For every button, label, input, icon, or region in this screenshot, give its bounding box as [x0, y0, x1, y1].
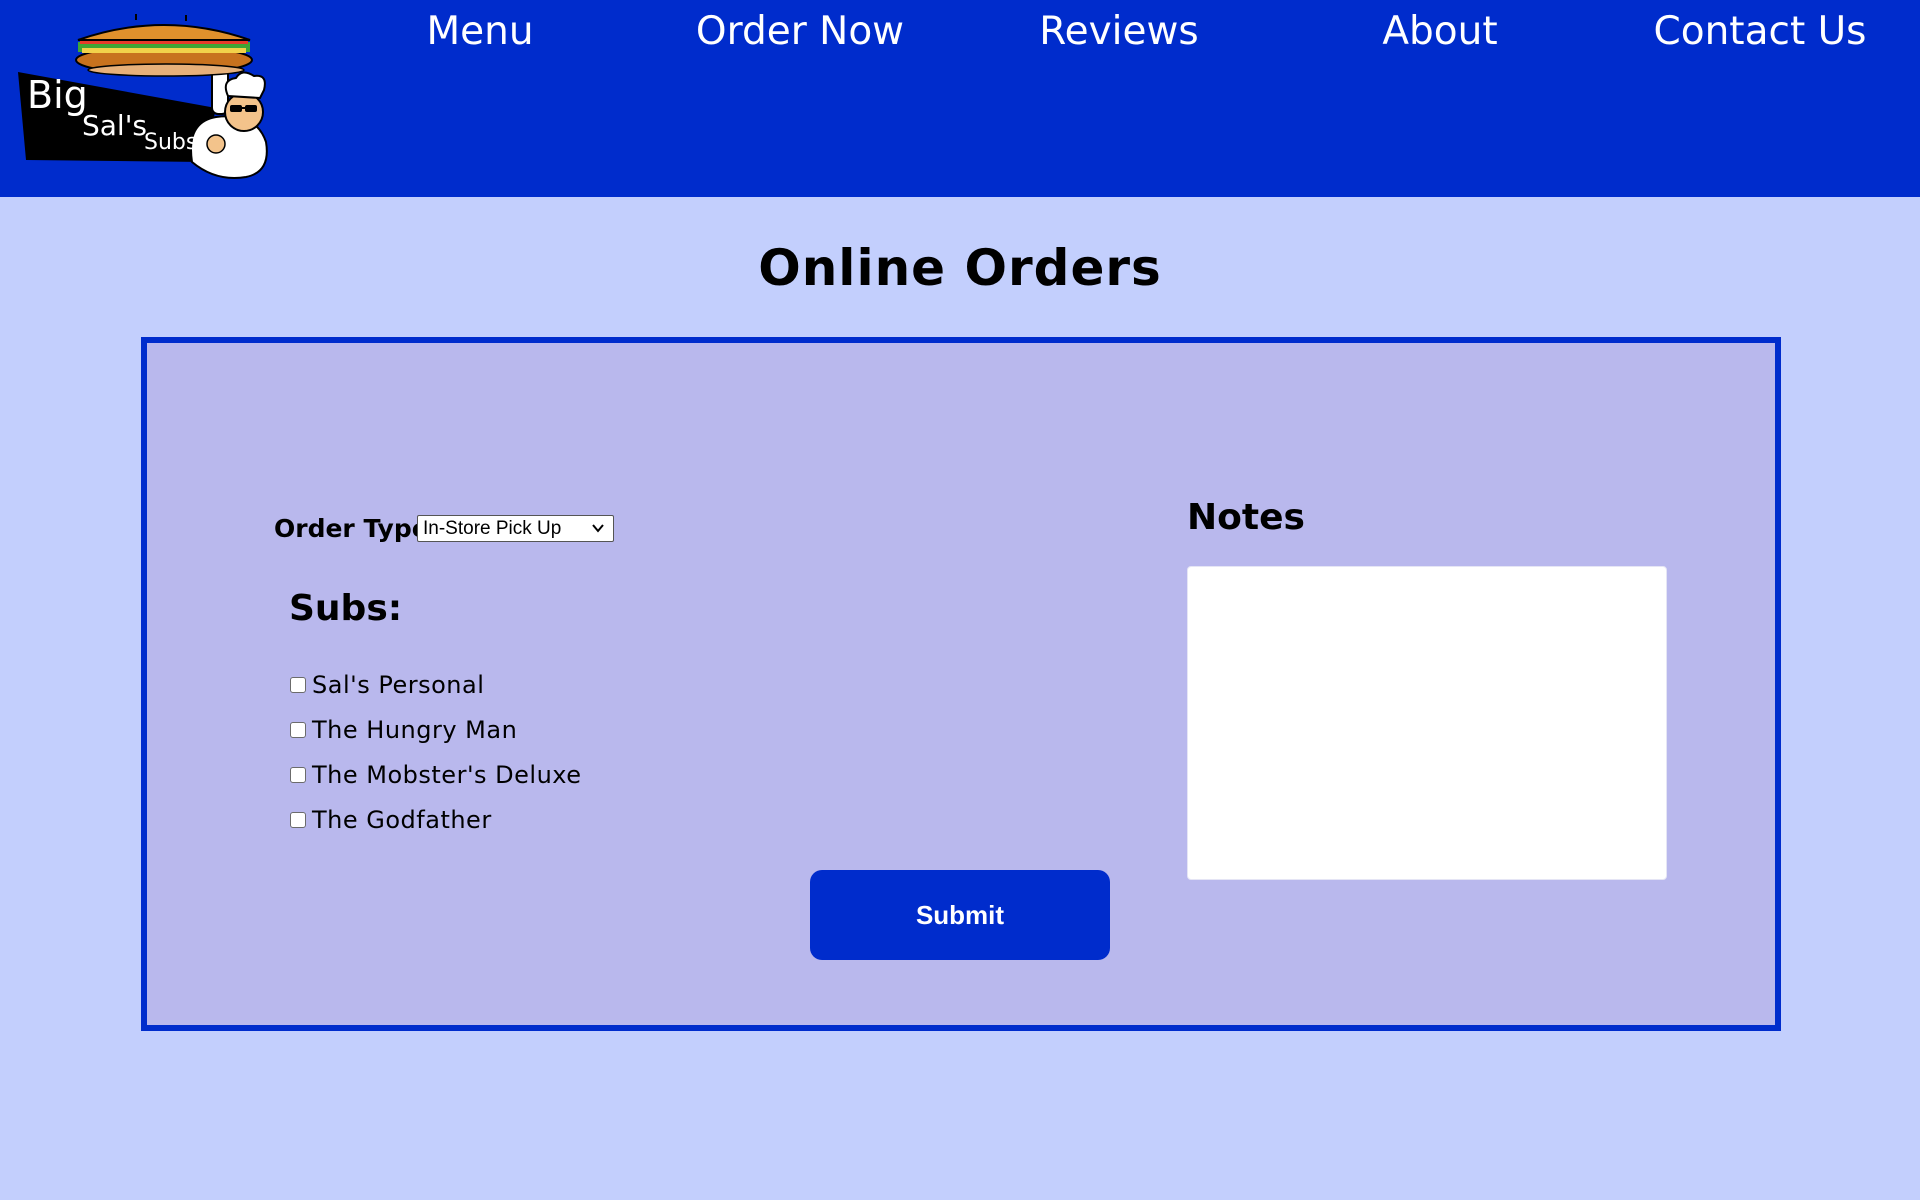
sub-option-label: The Hungry Man [312, 716, 518, 744]
notes-textarea[interactable] [1187, 566, 1667, 880]
sub-option-sals-personal[interactable]: Sal's Personal [290, 670, 484, 700]
order-form-panel: Order Type In-Store Pick Up Subs: Sal's … [141, 337, 1781, 1031]
sub-option-the-hungry-man[interactable]: The Hungry Man [290, 715, 517, 745]
logo-word-sals: Sal's [82, 109, 147, 142]
order-type-select[interactable]: In-Store Pick Up [417, 515, 614, 542]
checkbox[interactable] [290, 767, 306, 783]
logo-word-subs: Subs [144, 130, 198, 155]
sub-option-label: Sal's Personal [312, 671, 485, 699]
logo-word-big: Big [27, 73, 88, 117]
subs-heading: Subs: [289, 588, 403, 629]
sub-option-label: The Mobster's Deluxe [312, 761, 582, 789]
nav-link-order-now[interactable]: Order Now [696, 10, 904, 54]
notes-heading: Notes [1187, 497, 1305, 538]
site-header: Big Sal's Subs Menu Order Now Reviews Ab… [0, 0, 1920, 197]
nav-link-contact-us[interactable]: Contact Us [1654, 10, 1867, 54]
sub-option-the-godfather[interactable]: The Godfather [290, 805, 492, 835]
big-sals-subs-logo[interactable]: Big Sal's Subs [16, 12, 306, 182]
nav-link-menu[interactable]: Menu [426, 10, 533, 54]
checkbox[interactable] [290, 812, 306, 828]
submit-button[interactable]: Submit [810, 870, 1110, 960]
checkbox[interactable] [290, 677, 306, 693]
chevron-down-icon [592, 524, 604, 533]
sub-option-label: The Godfather [312, 806, 492, 834]
nav-link-about[interactable]: About [1382, 10, 1497, 54]
sub-option-the-mobsters-deluxe[interactable]: The Mobster's Deluxe [290, 760, 582, 790]
nav-link-reviews[interactable]: Reviews [1039, 10, 1198, 54]
checkbox[interactable] [290, 722, 306, 738]
order-type-selected-value: In-Store Pick Up [423, 518, 562, 539]
page-title: Online Orders [758, 239, 1162, 297]
order-type-label: Order Type [274, 514, 429, 543]
